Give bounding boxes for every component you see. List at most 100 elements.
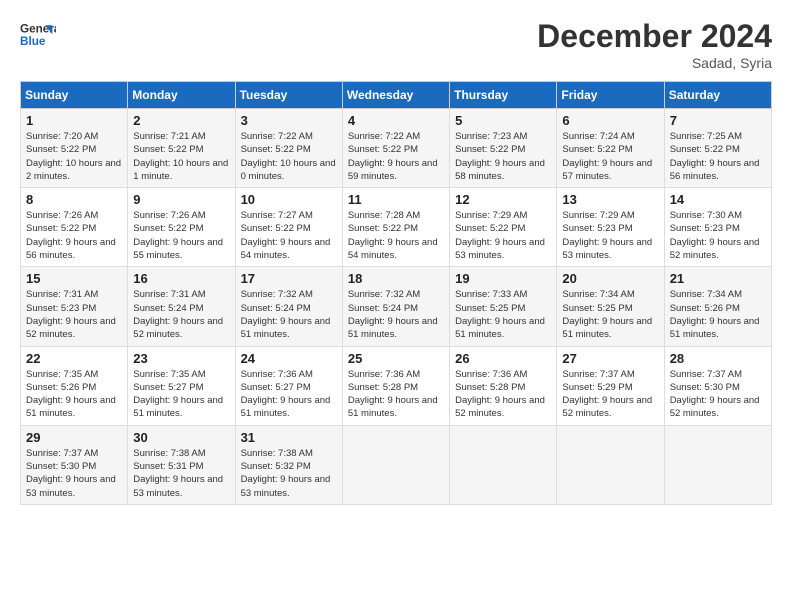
day-info: Sunrise: 7:29 AMSunset: 5:23 PMDaylight:… — [562, 209, 658, 262]
day-info: Sunrise: 7:34 AMSunset: 5:25 PMDaylight:… — [562, 288, 658, 341]
day-info: Sunrise: 7:28 AMSunset: 5:22 PMDaylight:… — [348, 209, 444, 262]
table-cell — [342, 425, 449, 504]
day-info: Sunrise: 7:32 AMSunset: 5:24 PMDaylight:… — [241, 288, 337, 341]
calendar-body: 1 Sunrise: 7:20 AMSunset: 5:22 PMDayligh… — [21, 109, 772, 505]
day-info: Sunrise: 7:34 AMSunset: 5:26 PMDaylight:… — [670, 288, 766, 341]
day-info: Sunrise: 7:37 AMSunset: 5:30 PMDaylight:… — [26, 447, 122, 500]
col-friday: Friday — [557, 82, 664, 109]
calendar-week-row: 8 Sunrise: 7:26 AMSunset: 5:22 PMDayligh… — [21, 188, 772, 267]
table-cell: 18 Sunrise: 7:32 AMSunset: 5:24 PMDaylig… — [342, 267, 449, 346]
day-number: 6 — [562, 113, 658, 128]
month-title: December 2024 — [537, 18, 772, 55]
day-info: Sunrise: 7:36 AMSunset: 5:28 PMDaylight:… — [455, 368, 551, 421]
day-number: 17 — [241, 271, 337, 286]
table-cell: 16 Sunrise: 7:31 AMSunset: 5:24 PMDaylig… — [128, 267, 235, 346]
title-block: December 2024 Sadad, Syria — [537, 18, 772, 71]
day-number: 19 — [455, 271, 551, 286]
day-number: 15 — [26, 271, 122, 286]
day-number: 10 — [241, 192, 337, 207]
day-number: 12 — [455, 192, 551, 207]
day-info: Sunrise: 7:31 AMSunset: 5:23 PMDaylight:… — [26, 288, 122, 341]
calendar-week-row: 29 Sunrise: 7:37 AMSunset: 5:30 PMDaylig… — [21, 425, 772, 504]
day-number: 3 — [241, 113, 337, 128]
day-info: Sunrise: 7:26 AMSunset: 5:22 PMDaylight:… — [26, 209, 122, 262]
table-cell: 8 Sunrise: 7:26 AMSunset: 5:22 PMDayligh… — [21, 188, 128, 267]
table-cell: 2 Sunrise: 7:21 AMSunset: 5:22 PMDayligh… — [128, 109, 235, 188]
day-number: 14 — [670, 192, 766, 207]
day-info: Sunrise: 7:35 AMSunset: 5:27 PMDaylight:… — [133, 368, 229, 421]
logo: General Blue — [20, 18, 60, 54]
day-number: 27 — [562, 351, 658, 366]
day-number: 26 — [455, 351, 551, 366]
day-number: 16 — [133, 271, 229, 286]
table-cell: 1 Sunrise: 7:20 AMSunset: 5:22 PMDayligh… — [21, 109, 128, 188]
day-number: 7 — [670, 113, 766, 128]
day-number: 2 — [133, 113, 229, 128]
day-number: 13 — [562, 192, 658, 207]
calendar-header-row: Sunday Monday Tuesday Wednesday Thursday… — [21, 82, 772, 109]
table-cell — [450, 425, 557, 504]
table-cell: 28 Sunrise: 7:37 AMSunset: 5:30 PMDaylig… — [664, 346, 771, 425]
day-number: 24 — [241, 351, 337, 366]
day-info: Sunrise: 7:24 AMSunset: 5:22 PMDaylight:… — [562, 130, 658, 183]
day-number: 28 — [670, 351, 766, 366]
day-info: Sunrise: 7:36 AMSunset: 5:28 PMDaylight:… — [348, 368, 444, 421]
table-cell: 24 Sunrise: 7:36 AMSunset: 5:27 PMDaylig… — [235, 346, 342, 425]
col-monday: Monday — [128, 82, 235, 109]
day-number: 9 — [133, 192, 229, 207]
day-number: 18 — [348, 271, 444, 286]
day-number: 25 — [348, 351, 444, 366]
day-info: Sunrise: 7:30 AMSunset: 5:23 PMDaylight:… — [670, 209, 766, 262]
calendar-week-row: 1 Sunrise: 7:20 AMSunset: 5:22 PMDayligh… — [21, 109, 772, 188]
day-info: Sunrise: 7:25 AMSunset: 5:22 PMDaylight:… — [670, 130, 766, 183]
day-number: 1 — [26, 113, 122, 128]
table-cell: 21 Sunrise: 7:34 AMSunset: 5:26 PMDaylig… — [664, 267, 771, 346]
day-info: Sunrise: 7:26 AMSunset: 5:22 PMDaylight:… — [133, 209, 229, 262]
table-cell: 5 Sunrise: 7:23 AMSunset: 5:22 PMDayligh… — [450, 109, 557, 188]
day-info: Sunrise: 7:29 AMSunset: 5:22 PMDaylight:… — [455, 209, 551, 262]
table-cell: 26 Sunrise: 7:36 AMSunset: 5:28 PMDaylig… — [450, 346, 557, 425]
table-cell — [664, 425, 771, 504]
day-number: 21 — [670, 271, 766, 286]
day-info: Sunrise: 7:22 AMSunset: 5:22 PMDaylight:… — [241, 130, 337, 183]
table-cell: 14 Sunrise: 7:30 AMSunset: 5:23 PMDaylig… — [664, 188, 771, 267]
table-cell: 29 Sunrise: 7:37 AMSunset: 5:30 PMDaylig… — [21, 425, 128, 504]
table-cell: 11 Sunrise: 7:28 AMSunset: 5:22 PMDaylig… — [342, 188, 449, 267]
day-number: 4 — [348, 113, 444, 128]
day-number: 30 — [133, 430, 229, 445]
table-cell: 6 Sunrise: 7:24 AMSunset: 5:22 PMDayligh… — [557, 109, 664, 188]
day-info: Sunrise: 7:31 AMSunset: 5:24 PMDaylight:… — [133, 288, 229, 341]
table-cell: 20 Sunrise: 7:34 AMSunset: 5:25 PMDaylig… — [557, 267, 664, 346]
table-cell: 27 Sunrise: 7:37 AMSunset: 5:29 PMDaylig… — [557, 346, 664, 425]
col-wednesday: Wednesday — [342, 82, 449, 109]
table-cell: 10 Sunrise: 7:27 AMSunset: 5:22 PMDaylig… — [235, 188, 342, 267]
table-cell: 9 Sunrise: 7:26 AMSunset: 5:22 PMDayligh… — [128, 188, 235, 267]
day-number: 8 — [26, 192, 122, 207]
header: General Blue December 2024 Sadad, Syria — [20, 18, 772, 71]
table-cell: 19 Sunrise: 7:33 AMSunset: 5:25 PMDaylig… — [450, 267, 557, 346]
table-cell: 15 Sunrise: 7:31 AMSunset: 5:23 PMDaylig… — [21, 267, 128, 346]
table-cell: 7 Sunrise: 7:25 AMSunset: 5:22 PMDayligh… — [664, 109, 771, 188]
day-info: Sunrise: 7:33 AMSunset: 5:25 PMDaylight:… — [455, 288, 551, 341]
table-cell: 17 Sunrise: 7:32 AMSunset: 5:24 PMDaylig… — [235, 267, 342, 346]
table-cell: 23 Sunrise: 7:35 AMSunset: 5:27 PMDaylig… — [128, 346, 235, 425]
day-number: 31 — [241, 430, 337, 445]
day-info: Sunrise: 7:23 AMSunset: 5:22 PMDaylight:… — [455, 130, 551, 183]
table-cell: 13 Sunrise: 7:29 AMSunset: 5:23 PMDaylig… — [557, 188, 664, 267]
day-number: 22 — [26, 351, 122, 366]
table-cell: 3 Sunrise: 7:22 AMSunset: 5:22 PMDayligh… — [235, 109, 342, 188]
table-cell: 4 Sunrise: 7:22 AMSunset: 5:22 PMDayligh… — [342, 109, 449, 188]
page-container: General Blue December 2024 Sadad, Syria … — [0, 0, 792, 515]
day-info: Sunrise: 7:38 AMSunset: 5:31 PMDaylight:… — [133, 447, 229, 500]
calendar-week-row: 15 Sunrise: 7:31 AMSunset: 5:23 PMDaylig… — [21, 267, 772, 346]
table-cell: 31 Sunrise: 7:38 AMSunset: 5:32 PMDaylig… — [235, 425, 342, 504]
logo-icon: General Blue — [20, 18, 56, 54]
day-number: 5 — [455, 113, 551, 128]
day-number: 11 — [348, 192, 444, 207]
col-saturday: Saturday — [664, 82, 771, 109]
day-info: Sunrise: 7:27 AMSunset: 5:22 PMDaylight:… — [241, 209, 337, 262]
day-info: Sunrise: 7:36 AMSunset: 5:27 PMDaylight:… — [241, 368, 337, 421]
day-number: 29 — [26, 430, 122, 445]
day-info: Sunrise: 7:35 AMSunset: 5:26 PMDaylight:… — [26, 368, 122, 421]
day-info: Sunrise: 7:32 AMSunset: 5:24 PMDaylight:… — [348, 288, 444, 341]
